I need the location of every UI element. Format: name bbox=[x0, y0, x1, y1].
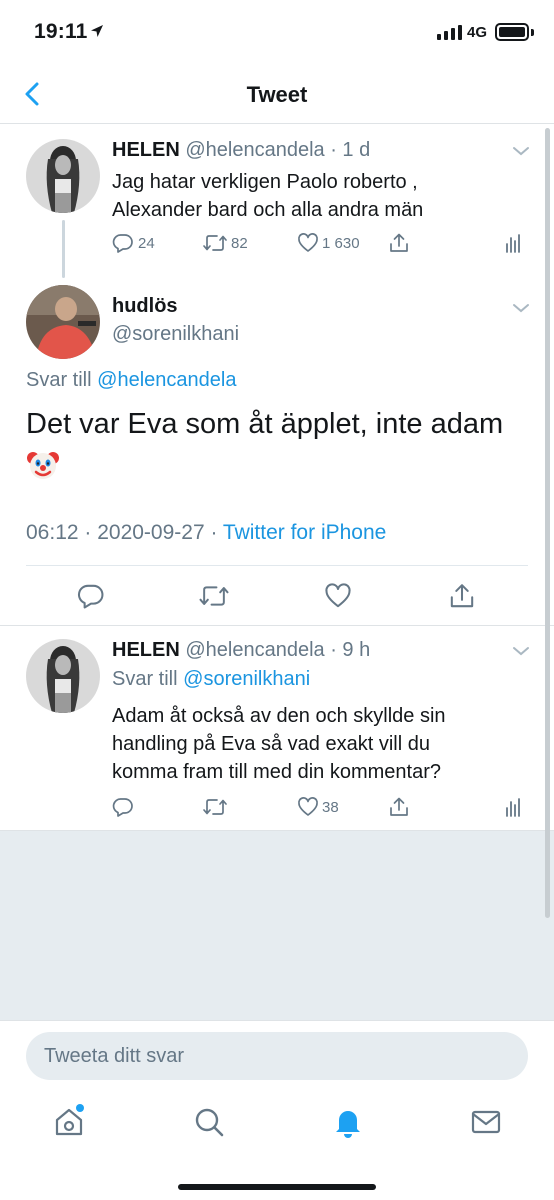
clown-face-icon bbox=[27, 452, 59, 479]
battery-cap bbox=[531, 29, 534, 36]
avatar-sorenilkhani[interactable] bbox=[26, 285, 100, 359]
share-icon[interactable] bbox=[448, 582, 476, 610]
signal-icon bbox=[437, 25, 462, 40]
tweet-text-line: komma fram till med din kommentar? bbox=[112, 761, 441, 783]
author-name[interactable]: hudlös bbox=[112, 295, 178, 317]
chevron-down-icon[interactable] bbox=[512, 302, 530, 314]
tweet-age: · 9 h bbox=[330, 639, 371, 661]
tweet-actions: 24 82 1 630 bbox=[112, 231, 532, 255]
focused-tweet: hudlös @sorenilkhani Svar till @helencan… bbox=[0, 280, 554, 625]
network-type: 4G bbox=[467, 24, 488, 41]
parent-tweet[interactable]: HELEN @helencandela · 1 d Jag hatar verk… bbox=[0, 125, 554, 280]
reply-action[interactable] bbox=[112, 796, 134, 818]
tweet-text: Det var Eva som åt äpplet, inte adam bbox=[26, 408, 504, 440]
analytics-action[interactable] bbox=[504, 796, 522, 818]
tweet-source[interactable]: Twitter for iPhone bbox=[223, 521, 386, 544]
messages-icon[interactable] bbox=[468, 1104, 504, 1140]
focused-tweet-text: Det var Eva som åt äpplet, inte adam bbox=[26, 403, 536, 445]
retweet-action[interactable] bbox=[202, 796, 228, 818]
reply-to-prefix: Svar till bbox=[26, 369, 92, 391]
tweet-meta: 06:12 · 2020-09-27 · Twitter for iPhone bbox=[26, 521, 386, 545]
tweet-text: Jag hatar verkligen Paolo roberto , Alex… bbox=[112, 168, 532, 224]
share-icon bbox=[390, 233, 408, 252]
author-handle[interactable]: @helencandela bbox=[185, 639, 324, 661]
retweet-count: 82 bbox=[231, 234, 248, 252]
reply-to-link[interactable]: @sorenilkhani bbox=[183, 668, 310, 690]
tweet-text-line: Adam åt också av den och skyllde sin bbox=[112, 705, 446, 727]
reply-icon bbox=[112, 234, 133, 253]
reply-input[interactable] bbox=[26, 1032, 528, 1080]
share-action[interactable] bbox=[388, 796, 410, 818]
author-name[interactable]: HELEN bbox=[112, 639, 180, 661]
analytics-icon bbox=[506, 798, 520, 817]
reply-to-prefix: Svar till bbox=[112, 668, 178, 690]
battery-icon bbox=[495, 23, 529, 41]
reply-count: 24 bbox=[138, 234, 155, 252]
like-count: 1 630 bbox=[322, 234, 360, 252]
retweet-icon bbox=[203, 235, 227, 251]
status-bar: 19:11 4G bbox=[0, 0, 554, 62]
notifications-icon[interactable] bbox=[330, 1104, 366, 1140]
reply-to-link[interactable]: @helencandela bbox=[97, 369, 236, 391]
retweet-action[interactable]: 82 bbox=[202, 232, 248, 254]
tweet-text-line: handling på Eva så vad exakt vill du bbox=[112, 733, 430, 755]
empty-feed-area bbox=[0, 831, 554, 1021]
tweet-text-line: Jag hatar verkligen Paolo roberto , bbox=[112, 171, 418, 193]
search-icon[interactable] bbox=[191, 1104, 227, 1140]
tweet-author-line: HELEN @helencandela · 9 h bbox=[112, 639, 370, 662]
share-action[interactable] bbox=[388, 232, 410, 254]
home-icon[interactable] bbox=[51, 1104, 87, 1140]
reply-compose-bar bbox=[0, 1020, 554, 1090]
chevron-down-icon[interactable] bbox=[512, 645, 530, 657]
tweet-actions: 38 bbox=[112, 795, 532, 819]
reply-action[interactable]: 24 bbox=[112, 232, 155, 254]
author-handle[interactable]: @helencandela bbox=[185, 139, 324, 161]
retweet-icon bbox=[203, 799, 227, 815]
author-handle-line: @sorenilkhani bbox=[112, 323, 239, 346]
reply-icon bbox=[112, 798, 133, 817]
home-indicator[interactable] bbox=[178, 1184, 376, 1190]
heart-icon bbox=[298, 233, 318, 252]
avatar-helencandela[interactable] bbox=[26, 139, 100, 213]
nav-header: Tweet bbox=[0, 62, 554, 124]
tweet-text: Adam åt också av den och skyllde sin han… bbox=[112, 702, 532, 786]
thread-line bbox=[62, 220, 65, 278]
heart-icon bbox=[298, 797, 318, 816]
scrollbar[interactable] bbox=[545, 128, 550, 918]
author-name-line: hudlös bbox=[112, 295, 178, 318]
focused-tweet-actions bbox=[0, 581, 554, 611]
tweet-timestamp: 06:12 · 2020-09-27 · bbox=[26, 521, 223, 544]
chevron-down-icon[interactable] bbox=[512, 145, 530, 157]
tweet-age: · 1 d bbox=[330, 139, 371, 161]
author-handle[interactable]: @sorenilkhani bbox=[112, 323, 239, 345]
avatar-helencandela[interactable] bbox=[26, 639, 100, 713]
clown-emoji bbox=[26, 448, 60, 487]
status-time: 19:11 bbox=[34, 20, 88, 43]
location-arrow-icon bbox=[91, 25, 103, 37]
tweet-author-line: HELEN @helencandela · 1 d bbox=[112, 139, 370, 162]
author-name[interactable]: HELEN bbox=[112, 139, 180, 161]
page-title: Tweet bbox=[246, 82, 308, 107]
share-icon bbox=[390, 797, 408, 816]
reply-to-line: Svar till @helencandela bbox=[26, 369, 236, 392]
like-action[interactable]: 38 bbox=[297, 796, 339, 818]
reply-icon[interactable] bbox=[77, 582, 105, 610]
analytics-icon bbox=[506, 234, 520, 253]
reply-to-line: Svar till @sorenilkhani bbox=[112, 668, 310, 691]
tweet-text-line: Alexander bard och alla andra män bbox=[112, 199, 424, 221]
heart-icon[interactable] bbox=[324, 582, 352, 610]
analytics-action[interactable] bbox=[504, 232, 522, 254]
inner-divider bbox=[26, 565, 528, 566]
like-count: 38 bbox=[322, 798, 339, 816]
reply-tweet[interactable]: HELEN @helencandela · 9 h Svar till @sor… bbox=[0, 626, 554, 831]
like-action[interactable]: 1 630 bbox=[297, 232, 360, 254]
retweet-icon[interactable] bbox=[198, 582, 230, 610]
